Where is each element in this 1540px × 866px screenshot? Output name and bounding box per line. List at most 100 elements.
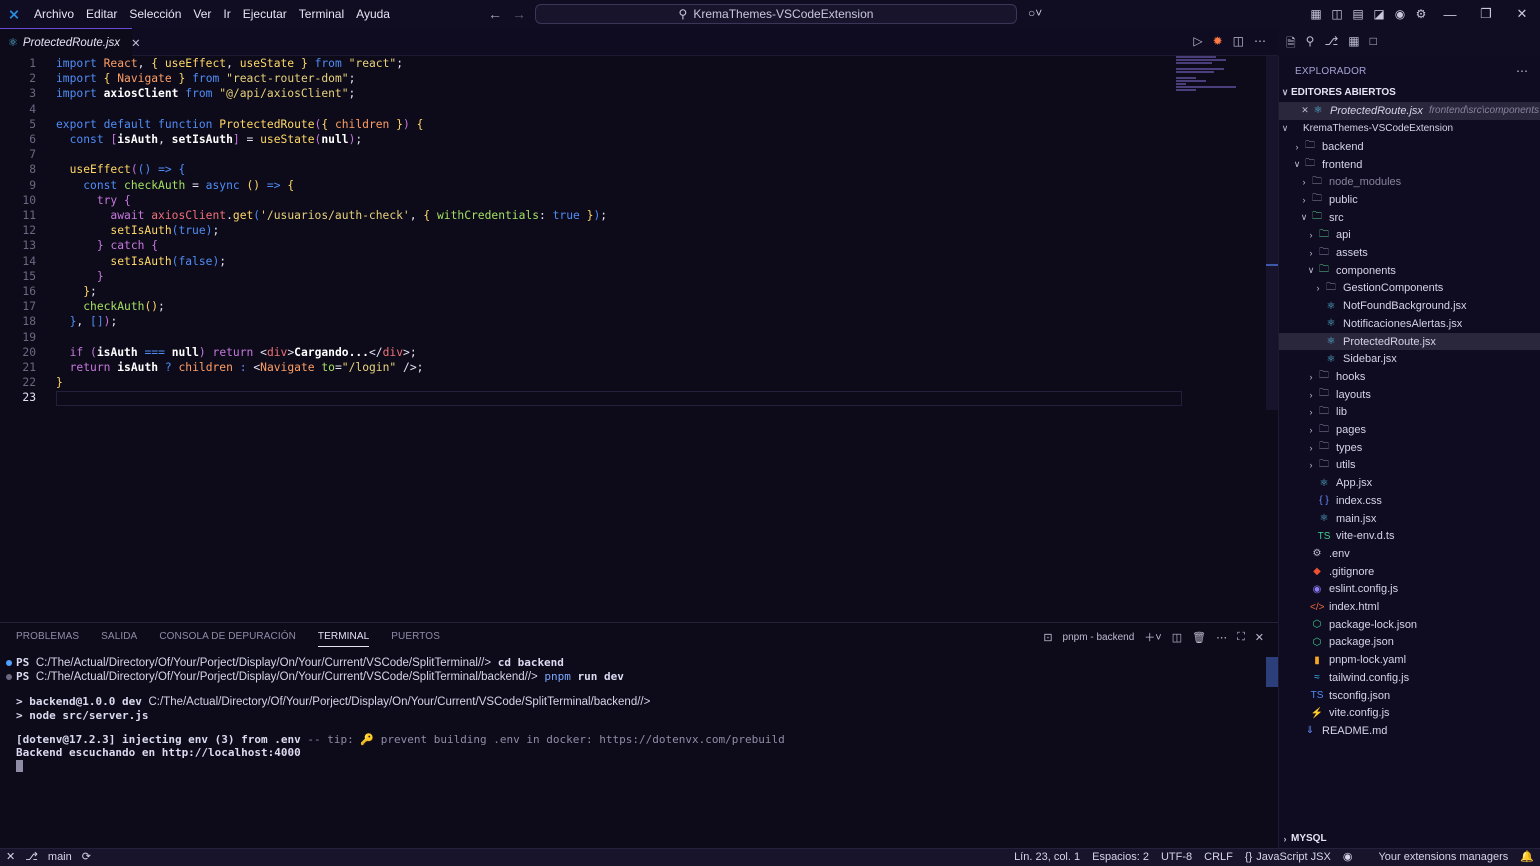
- tree-item[interactable]: ⚛ ProtectedRoute.jsx: [1279, 332, 1540, 351]
- split-terminal-icon[interactable]: ◫: [1172, 631, 1182, 644]
- tree-item[interactable]: ◉ eslint.config.js: [1279, 581, 1540, 599]
- chevron-down-icon: ∨: [1293, 159, 1301, 170]
- close-tab-icon[interactable]: ✕: [131, 36, 141, 50]
- command-center-search[interactable]: ⚲ KremaThemes-VSCodeExtension: [535, 4, 1017, 24]
- tree-item[interactable]: ⚙ .env: [1279, 545, 1540, 563]
- run-icon[interactable]: ▷: [1193, 34, 1202, 48]
- tree-item[interactable]: › 🗀 hooks: [1279, 368, 1540, 386]
- back-arrow-icon[interactable]: ←: [488, 6, 502, 22]
- open-editors-header[interactable]: ∨ EDITORES ABIERTOS: [1279, 84, 1540, 102]
- minimap[interactable]: [1176, 56, 1246, 96]
- source-control-icon[interactable]: ⎇: [1324, 34, 1338, 55]
- menu-terminal[interactable]: Terminal: [293, 7, 350, 21]
- tree-item[interactable]: </> index.html: [1279, 598, 1540, 616]
- terminal-name[interactable]: pnpm - backend: [1063, 632, 1135, 643]
- search-icon[interactable]: ⚲: [1306, 34, 1315, 55]
- maximize-panel-icon[interactable]: ⛶: [1237, 631, 1245, 644]
- close-icon[interactable]: ✕: [1504, 0, 1540, 28]
- language-mode[interactable]: JavaScript JSX: [1256, 851, 1331, 863]
- extensions-status[interactable]: Your extensions managers: [1378, 851, 1508, 863]
- tree-item[interactable]: ◆ .gitignore: [1279, 563, 1540, 581]
- tab-consola-depuracion[interactable]: CONSOLA DE DEPURACIÓN: [159, 631, 296, 647]
- close-panel-icon[interactable]: ✕: [1255, 631, 1264, 644]
- menu-ejecutar[interactable]: Ejecutar: [237, 7, 293, 21]
- split-editor-icon[interactable]: ◫: [1233, 34, 1244, 48]
- tree-item[interactable]: ∨ 🗀 frontend: [1279, 156, 1540, 174]
- trash-icon[interactable]: 🗑: [1192, 631, 1206, 644]
- accounts-icon[interactable]: ◉: [1390, 4, 1410, 24]
- tree-item[interactable]: ≈ tailwind.config.js: [1279, 669, 1540, 687]
- more-icon[interactable]: ⋯: [1516, 64, 1528, 78]
- tree-item[interactable]: { } index.css: [1279, 492, 1540, 510]
- tree-item[interactable]: ∨ 🗀 src: [1279, 209, 1540, 227]
- tree-item[interactable]: › 🗀 GestionComponents: [1279, 280, 1540, 298]
- menu-ir[interactable]: Ir: [217, 7, 236, 21]
- tree-item[interactable]: ⚛ NotFoundBackground.jsx: [1279, 297, 1540, 315]
- cursor-position[interactable]: Lín. 23, col. 1: [1014, 851, 1080, 863]
- menu-archivo[interactable]: Archivo: [28, 7, 80, 21]
- menu-ver[interactable]: Ver: [187, 7, 217, 21]
- tree-item[interactable]: ⇓ README.md: [1279, 722, 1540, 740]
- open-editor-item[interactable]: ✕ ⚛ ProtectedRoute.jsx frontend\src\compone…: [1279, 102, 1540, 120]
- tab-terminal[interactable]: TERMINAL: [317, 631, 370, 647]
- explorer-icon[interactable]: 🗎: [1286, 34, 1296, 55]
- tab-problemas[interactable]: PROBLEMAS: [16, 631, 79, 647]
- notifications-icon[interactable]: 🔔: [1520, 850, 1534, 863]
- minimize-icon[interactable]: —: [1432, 0, 1468, 28]
- forward-arrow-icon[interactable]: →: [512, 6, 526, 22]
- sync-icon[interactable]: ⟳: [82, 850, 91, 863]
- end-of-line[interactable]: CRLF: [1204, 851, 1233, 863]
- extensions-icon[interactable]: ▦: [1348, 34, 1359, 55]
- tree-item[interactable]: › 🗀 backend: [1279, 138, 1540, 156]
- tree-item[interactable]: TS tsconfig.json: [1279, 687, 1540, 705]
- more-icon[interactable]: ⋯: [1216, 631, 1227, 644]
- tree-item[interactable]: › 🗀 node_modules: [1279, 173, 1540, 191]
- menu-seleccion[interactable]: Selección: [123, 7, 187, 21]
- tree-item[interactable]: ▮ pnpm-lock.yaml: [1279, 651, 1540, 669]
- workspace-header[interactable]: ∨ KremaThemes-VSCodeExtension: [1279, 120, 1540, 138]
- tree-item[interactable]: › 🗀 assets: [1279, 244, 1540, 262]
- branch-name[interactable]: main: [48, 851, 72, 863]
- copilot-icon[interactable]: ○˅: [1028, 6, 1042, 20]
- new-terminal-icon[interactable]: ＋˅: [1144, 629, 1161, 645]
- more-actions-icon[interactable]: ⋯: [1254, 34, 1266, 48]
- tree-item[interactable]: › 🗀 layouts: [1279, 386, 1540, 404]
- terminal-scrollbar[interactable]: [1266, 657, 1278, 687]
- encoding[interactable]: UTF-8: [1161, 851, 1192, 863]
- toggle-panel-icon[interactable]: ▤: [1348, 4, 1368, 24]
- tab-puertos[interactable]: PUERTOS: [391, 631, 440, 647]
- tree-item[interactable]: ⚛ NotificacionesAlertas.jsx: [1279, 315, 1540, 333]
- menu-editar[interactable]: Editar: [80, 7, 123, 21]
- tree-item[interactable]: ⬡ package.json: [1279, 634, 1540, 652]
- tree-item[interactable]: ⚛ main.jsx: [1279, 510, 1540, 528]
- code-editor[interactable]: 1 import React, { useEffect, useState } f…: [0, 56, 1278, 622]
- debug-icon[interactable]: ✹: [1213, 34, 1223, 48]
- indentation[interactable]: Espacios: 2: [1092, 851, 1149, 863]
- tree-item[interactable]: ⬡ package-lock.json: [1279, 616, 1540, 634]
- tree-item[interactable]: › 🗀 public: [1279, 191, 1540, 209]
- toggle-sidebar-icon[interactable]: ◫: [1327, 4, 1347, 24]
- tree-item[interactable]: › 🗀 pages: [1279, 421, 1540, 439]
- mysql-section[interactable]: › MYSQL: [1279, 830, 1540, 848]
- tree-item[interactable]: › 🗀 api: [1279, 227, 1540, 245]
- tree-item[interactable]: ⚛ App.jsx: [1279, 474, 1540, 492]
- customize-layout-icon[interactable]: ▦: [1306, 4, 1326, 24]
- tree-item[interactable]: ⚡ vite.config.js: [1279, 704, 1540, 722]
- copilot-icon[interactable]: ◉: [1343, 850, 1353, 863]
- editor-scrollbar[interactable]: [1266, 56, 1278, 410]
- remote-icon[interactable]: □: [1370, 34, 1377, 55]
- tab-salida[interactable]: SALIDA: [101, 631, 137, 647]
- tab-protectedroute[interactable]: ⚛ ProtectedRoute.jsx ✕: [0, 28, 141, 56]
- toggle-secondary-sidebar-icon[interactable]: ◪: [1369, 4, 1389, 24]
- tree-item[interactable]: TS vite-env.d.ts: [1279, 527, 1540, 545]
- tree-item[interactable]: ⚛ Sidebar.jsx: [1279, 350, 1540, 368]
- tree-item[interactable]: › 🗀 lib: [1279, 404, 1540, 422]
- tree-item[interactable]: › 🗀 types: [1279, 439, 1540, 457]
- maximize-icon[interactable]: ❐: [1468, 0, 1504, 28]
- remote-indicator-icon[interactable]: ✕: [6, 850, 15, 863]
- close-icon[interactable]: ✕: [1299, 105, 1311, 116]
- tree-item[interactable]: ∨ 🗀 components: [1279, 262, 1540, 280]
- tree-item[interactable]: › 🗀 utils: [1279, 457, 1540, 475]
- menu-ayuda[interactable]: Ayuda: [350, 7, 396, 21]
- gear-icon[interactable]: ⚙: [1411, 4, 1431, 24]
